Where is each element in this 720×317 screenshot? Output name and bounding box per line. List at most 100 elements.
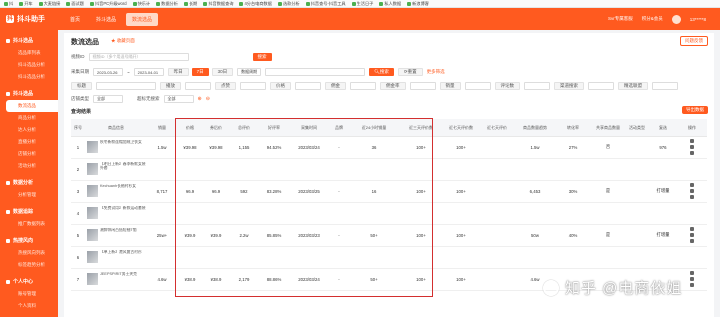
date-option[interactable]: 30日: [211, 68, 234, 76]
star-icon[interactable]: [690, 145, 694, 149]
table-header[interactable]: 近七天评价数: [443, 119, 479, 137]
table-header[interactable]: 活动类型: [625, 119, 649, 137]
table-header[interactable]: 复选: [649, 119, 677, 137]
over-limit-select[interactable]: 全部: [163, 95, 194, 103]
date-option[interactable]: 昨日: [167, 68, 189, 76]
date-option[interactable]: 7日: [191, 68, 209, 76]
bookmark-item[interactable]: 抖音PC升级word: [89, 1, 127, 7]
sidebar-group-header[interactable]: 抖斗选品: [0, 34, 58, 47]
product-info[interactable]: 【免费试用】新款运动套装: [87, 206, 147, 221]
avatar[interactable]: [671, 14, 681, 24]
sidebar-item[interactable]: 达人分析: [0, 124, 58, 136]
sidebar-item[interactable]: 选品库列表: [0, 47, 58, 59]
vip-service[interactable]: Svr专属客服: [608, 16, 633, 22]
sidebar-group-header[interactable]: 热搜风向: [0, 234, 58, 247]
filter-field-input[interactable]: [295, 82, 321, 90]
nav-tab-0[interactable]: 首页: [64, 13, 86, 26]
product-info[interactable]: 【单上新】港风复古衬衫: [87, 250, 147, 265]
remove-icon[interactable]: ⊖: [206, 96, 210, 102]
sidebar-item[interactable]: 标签趋势分析: [0, 259, 58, 271]
sidebar-item[interactable]: 热搜风向列表: [0, 247, 58, 259]
sidebar-group-header[interactable]: 数据分析: [0, 176, 58, 189]
table-header[interactable]: 券后价: [203, 119, 229, 137]
product-name[interactable]: JEEPSPIRIT男士夹克: [100, 272, 137, 287]
sidebar-item[interactable]: 数流选品: [6, 100, 58, 112]
nav-tab-1[interactable]: 抖斗选品: [90, 13, 122, 26]
product-info[interactable]: 秋冬新款连帽加绒卫衣女: [87, 140, 147, 155]
sidebar-item[interactable]: 直播分析: [0, 136, 58, 148]
sidebar-item[interactable]: 分析管理: [0, 189, 58, 201]
reset-button[interactable]: ⟳ 重置: [397, 68, 423, 76]
more-filters-link[interactable]: 更多筛选: [427, 69, 445, 75]
table-row[interactable]: 4 【免费试用】新款运动套装: [71, 202, 707, 225]
more-icon[interactable]: [690, 283, 694, 287]
product-info[interactable]: Kechuanh长袖衬衫女: [87, 184, 147, 199]
filter-field-input[interactable]: [524, 82, 550, 90]
table-header[interactable]: 近三天评价数: [399, 119, 443, 137]
bookmark-item[interactable]: 私人数据: [379, 1, 401, 7]
date-start[interactable]: 2023-03-26: [93, 68, 123, 76]
sidebar-item[interactable]: 个人资料: [0, 300, 58, 312]
product-name[interactable]: 秋冬新款连帽加绒卫衣女: [100, 140, 142, 155]
sidebar-item[interactable]: 账号管理: [0, 288, 58, 300]
feedback-button[interactable]: 问题反馈: [680, 36, 708, 46]
sidebar-item[interactable]: 商品分析: [0, 112, 58, 124]
table-header[interactable]: 近24小时销量: [349, 119, 399, 137]
export-button[interactable]: 导出数据: [682, 106, 708, 114]
product-thumbnail[interactable]: [87, 185, 98, 197]
product-thumbnail[interactable]: [87, 229, 98, 241]
table-row[interactable]: 3 Kechuanh长袖衬衫女 8,717 ¥6.9 ¥6.9 592 83.28% 2023…: [71, 180, 707, 203]
product-thumbnail[interactable]: [87, 273, 98, 285]
filter-field-input[interactable]: [464, 82, 491, 90]
table-header[interactable]: 转化率: [555, 119, 591, 137]
bookmark-item[interactable]: 选款分析: [277, 1, 300, 7]
filter-field-input[interactable]: [96, 82, 156, 90]
add-icon[interactable]: ⊕: [198, 96, 202, 102]
product-thumbnail[interactable]: [87, 207, 98, 219]
sidebar-group-header[interactable]: 个人中心: [0, 275, 58, 288]
sidebar-group-header[interactable]: 数据追踪: [0, 205, 58, 218]
table-header[interactable]: 近七天评价: [479, 119, 515, 137]
bookmark-item[interactable]: 4分台电商数据: [239, 1, 272, 7]
filter-field-input[interactable]: [588, 82, 614, 90]
table-header[interactable]: 共享商品数量: [591, 119, 625, 137]
product-name[interactable]: 潮牌休闲百搭短袖T恤: [100, 228, 137, 243]
product-name[interactable]: Kechuanh长袖衬衫女: [100, 184, 136, 199]
sidebar-item[interactable]: 抖斗选品分析: [0, 59, 58, 71]
sidebar-item[interactable]: 活动分析: [0, 160, 58, 172]
bookmark-item[interactable]: 抖音数据查询: [203, 1, 233, 7]
period-select[interactable]: 数据周期: [237, 68, 262, 76]
more-icon[interactable]: [690, 195, 694, 199]
sidebar-group-header[interactable]: 抖斗选品: [0, 87, 58, 100]
table-header[interactable]: 品牌: [329, 119, 349, 137]
table-row[interactable]: 2 【明日上新】春季新款女装外套: [71, 158, 707, 181]
over-limit-checkbox[interactable]: 超标无搜索: [137, 96, 160, 102]
star-icon[interactable]: [690, 277, 694, 281]
date-end[interactable]: 2023-04-01: [133, 68, 164, 76]
star-icon[interactable]: [690, 233, 694, 237]
more-icon[interactable]: [690, 239, 694, 243]
bookmark-item[interactable]: 抖: [4, 1, 13, 7]
points-link[interactable]: 积分&会员: [642, 16, 663, 22]
nav-tab-2[interactable]: 数流选品: [126, 12, 159, 26]
product-thumbnail[interactable]: [87, 251, 98, 263]
table-header[interactable]: 商品信息: [85, 119, 147, 137]
period-input[interactable]: [265, 68, 366, 76]
table-header[interactable]: 总评价: [229, 119, 259, 137]
sidebar-item[interactable]: 推广数据列表: [0, 218, 58, 230]
filter-field-input[interactable]: [652, 82, 678, 90]
product-info[interactable]: 潮牌休闲百搭短袖T恤: [87, 228, 147, 243]
table-header[interactable]: 采集时间: [289, 119, 329, 137]
edit-icon[interactable]: [690, 227, 694, 231]
bookmark-item[interactable]: 面试题: [66, 1, 84, 7]
product-info[interactable]: 【明日上新】春季新款女装外套: [87, 162, 147, 177]
more-icon[interactable]: [690, 151, 694, 155]
bookmark-item[interactable]: 快乐计: [132, 1, 150, 7]
product-name[interactable]: 【免费试用】新款运动套装: [100, 206, 146, 221]
table-header[interactable]: 操作: [677, 119, 707, 137]
bookmark-item[interactable]: 数据分析: [156, 1, 178, 7]
product-info[interactable]: JEEPSPIRIT男士夹克: [87, 272, 147, 287]
edit-icon[interactable]: [690, 183, 694, 187]
star-icon[interactable]: [690, 189, 694, 193]
product-thumbnail[interactable]: [87, 141, 98, 153]
